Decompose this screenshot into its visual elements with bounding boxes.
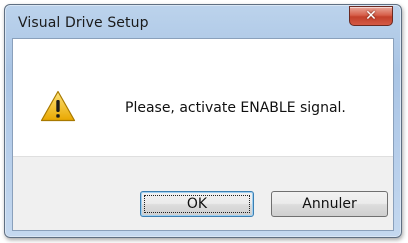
cancel-button[interactable]: Annuler	[271, 191, 388, 217]
window-title: Visual Drive Setup	[18, 15, 149, 31]
dialog-window: Visual Drive Setup ✕ Please, activate EN…	[4, 4, 402, 238]
ok-button-label: OK	[186, 196, 208, 212]
message-text: Please, activate ENABLE signal.	[125, 100, 346, 116]
close-icon: ✕	[365, 8, 377, 24]
warning-icon	[40, 90, 76, 122]
button-bar: OK Annuler	[13, 156, 393, 230]
close-button[interactable]: ✕	[349, 6, 393, 26]
cancel-button-label: Annuler	[302, 196, 357, 212]
message-area: Please, activate ENABLE signal.	[13, 39, 393, 156]
ok-button[interactable]: OK	[140, 191, 254, 217]
dialog-body: Please, activate ENABLE signal. OK Annul…	[12, 38, 394, 231]
title-bar[interactable]: Visual Drive Setup ✕	[5, 5, 401, 39]
